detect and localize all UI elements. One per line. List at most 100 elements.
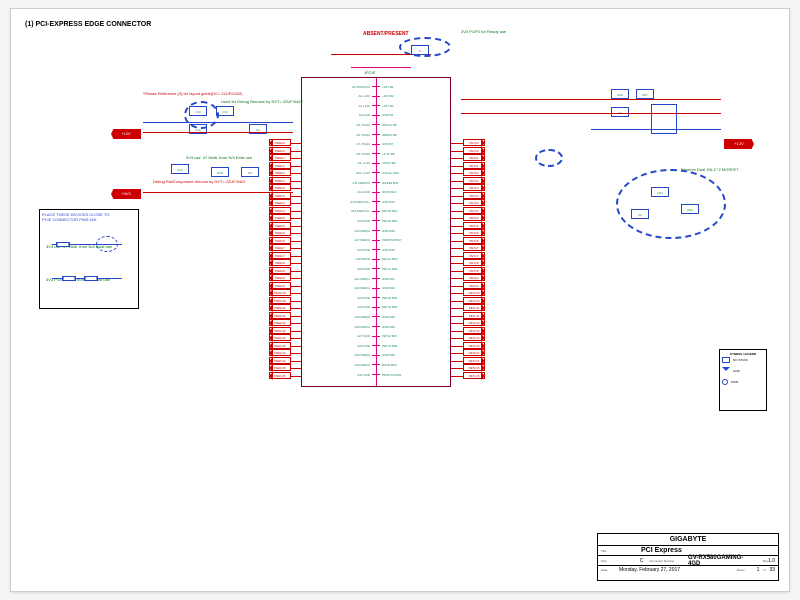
pin-tick [372, 163, 380, 164]
wire [451, 181, 463, 182]
net-right: PETn5 [463, 222, 485, 229]
pin-tick [372, 134, 380, 135]
wire [451, 323, 463, 324]
pin-left: A20 GND [302, 267, 372, 271]
pin-right: +12V B1 [380, 85, 450, 89]
pin-row: A8 JTAG5+3.3V B8 [302, 149, 450, 158]
pin-row: A4 GNDGND B4 [302, 111, 450, 120]
net-right: PETn15 [463, 372, 485, 379]
pin-tick [372, 297, 380, 298]
pin-left: A18 GND [302, 248, 372, 252]
pin-tick [372, 355, 380, 356]
wire [451, 143, 463, 144]
wire [451, 151, 463, 152]
pin-right: PETp1 B19 [380, 257, 450, 261]
pin-right: GND B21 [380, 277, 450, 281]
wire [291, 143, 301, 144]
wire [291, 376, 301, 377]
pin-right: GND B13 [380, 200, 450, 204]
schematic-sheet: (1) PCI-EXPRESS EDGE CONNECTOR ABSENT/PR… [10, 8, 790, 592]
wire [291, 271, 301, 272]
net-right: PETp5 [463, 214, 485, 221]
pin-row: A22 PERn1GND B22 [302, 284, 450, 293]
tb-of-label: of [759, 568, 769, 572]
net-left: PERp1 [269, 154, 291, 161]
pin-row: A27 GNDPETp3 B27 [302, 332, 450, 341]
absent-present-label: ABSENT/PRESENT [363, 31, 409, 37]
pin-left: A27 GND [302, 334, 372, 338]
net-right: PETp2 [463, 169, 485, 176]
net-left: PERp14 [269, 349, 291, 356]
wire [291, 166, 301, 167]
wire [143, 122, 293, 123]
legend-text: GND [733, 369, 740, 373]
net-left: PERn5 [269, 222, 291, 229]
net-right: PETn11 [463, 312, 485, 319]
tb-rev: 1.0 [768, 558, 775, 564]
pin-left: A28 GND [302, 344, 372, 348]
pin-tick [372, 345, 380, 346]
pin-left: A1 PRSNT1# [302, 85, 372, 89]
pin-tick [372, 192, 380, 193]
tb-of: 33 [769, 567, 775, 573]
pin-right: PRSNT2# B31 [380, 373, 450, 377]
highlight-mid-right [535, 149, 563, 167]
wire [451, 278, 463, 279]
mini-circuit-2 [52, 278, 122, 292]
net-left: PERn6 [269, 237, 291, 244]
pin-left: A25 PERp2 [302, 315, 372, 319]
net-left: PERn11 [269, 312, 291, 319]
sheet-title: (1) PCI-EXPRESS EDGE CONNECTOR [25, 21, 151, 28]
pin-right: RSVD B12 [380, 190, 450, 194]
wire [351, 67, 411, 68]
pin-right: 3.3Vaux B10 [380, 171, 450, 175]
note-ll-1: Debug RailComponent remove by DVT=.22UF/… [153, 179, 273, 184]
pin-left: A15 GND [302, 219, 372, 223]
wire [291, 368, 301, 369]
component: CR1 [651, 187, 669, 197]
wire [291, 316, 301, 317]
pin-left: A31 GND [302, 373, 372, 377]
net-left: PERn8 [269, 267, 291, 274]
pin-right: RSVD B30 [380, 363, 450, 367]
note-ul-2: Used for Debug Remove by DVT=.22UF/0402 [221, 99, 303, 104]
mini-circuit-1 [52, 244, 122, 258]
pin-left: A19 RSVD [302, 257, 372, 261]
pin-tick [372, 259, 380, 260]
wire [451, 316, 463, 317]
net-left: PERp2 [269, 169, 291, 176]
component: R3 [241, 167, 259, 177]
net-left: PERp13 [269, 334, 291, 341]
wire [291, 203, 301, 204]
pin-right: PETn0 B15 [380, 219, 450, 223]
wire [451, 256, 463, 257]
component: R27 [636, 89, 654, 99]
highlight-ul [184, 101, 219, 129]
net-right: PETn6 [463, 237, 485, 244]
pin-tick [372, 249, 380, 250]
net-right: PETp12 [463, 319, 485, 326]
net-right: PETp10 [463, 289, 485, 296]
pin-left: A3 +12V [302, 104, 372, 108]
wire [291, 226, 301, 227]
pin-right: GND B4 [380, 113, 450, 117]
wire [451, 166, 463, 167]
net-right: PETp8 [463, 259, 485, 266]
net-right: PETp9 [463, 274, 485, 281]
net-left: PERn1 [269, 162, 291, 169]
wire [451, 346, 463, 347]
net-left: PERp8 [269, 259, 291, 266]
tb-company: GIGABYTE [598, 534, 778, 545]
pin-row: A19 RSVD PETp1 B19 [302, 255, 450, 264]
wire [451, 353, 463, 354]
net-right: PETn13 [463, 342, 485, 349]
highlight-mosfet [616, 169, 726, 239]
pin-row: A25 PERp2GND B25 [302, 312, 450, 321]
pin-row: A11 PERST#WAKE# B11 [302, 178, 450, 187]
pin-tick [372, 115, 380, 116]
pin-tick [372, 144, 380, 145]
pin-right: +3.3V B8 [380, 152, 450, 156]
port-12v: +12V [111, 129, 141, 139]
net-left: PERp12 [269, 319, 291, 326]
pin-right: WAKE# B11 [380, 181, 450, 185]
